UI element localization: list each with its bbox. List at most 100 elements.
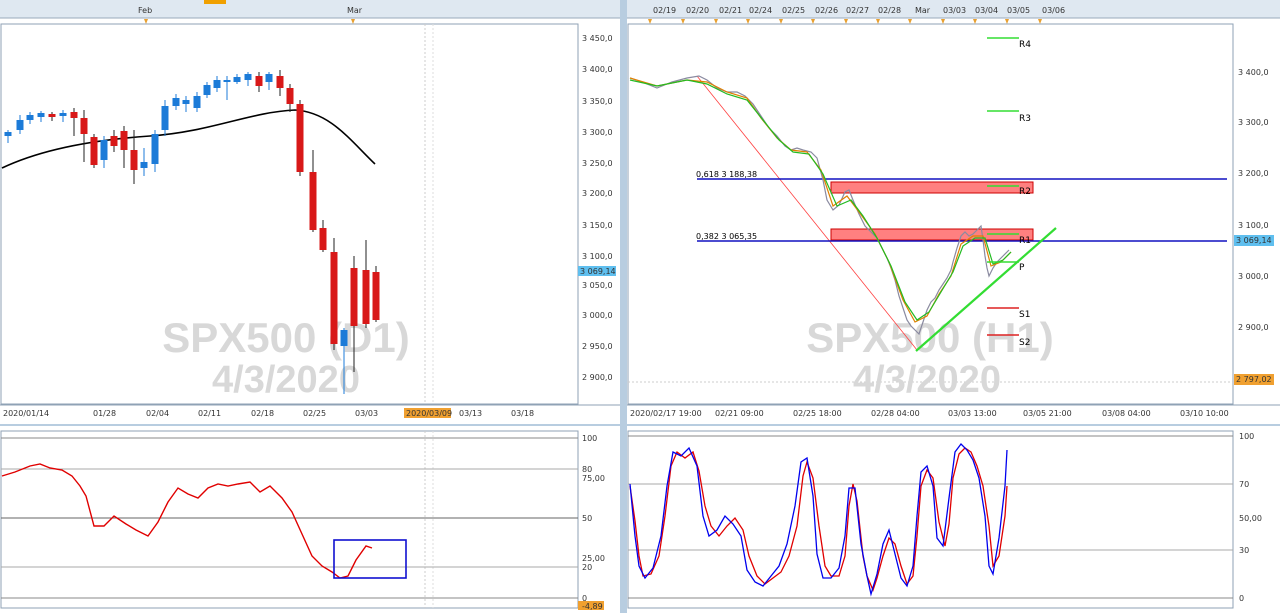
candle-body — [340, 330, 348, 346]
date-marker — [1005, 19, 1009, 24]
candle-body — [151, 134, 159, 164]
candle-body — [203, 85, 211, 95]
date-marker — [648, 19, 652, 24]
osc-tick: 70 — [1239, 480, 1249, 489]
candle-body — [286, 88, 294, 104]
osc-tick: 0 — [1239, 594, 1244, 603]
pivot-r4: R4 — [1019, 40, 1031, 50]
date-marker — [811, 19, 815, 24]
candle-body — [350, 268, 358, 326]
osc-tick: 30 — [1239, 546, 1249, 555]
candle-body — [90, 137, 98, 165]
left-price-panel[interactable]: Feb Mar SPX500 (D1) 4/3/2020 3 450,0 3 4… — [0, 0, 620, 424]
price-tick: 3 200,0 — [1238, 169, 1269, 178]
candle-body — [16, 120, 24, 130]
top-date: 02/28 — [878, 6, 901, 15]
price-tick: 3 100,0 — [582, 252, 613, 261]
date-tick: 03/18 — [511, 409, 534, 418]
current-price-label: 3 069,14 — [1236, 236, 1272, 245]
right-oscillator-panel[interactable]: 100 70 50,00 30 0 — [627, 426, 1280, 613]
osc-tick: 50,00 — [1239, 514, 1262, 523]
pivot-p: P — [1019, 263, 1025, 273]
date-tick: 03/10 10:00 — [1180, 409, 1229, 418]
osc-tick: 20 — [582, 563, 592, 572]
top-date: 02/21 — [719, 6, 742, 15]
pivot-r1: R1 — [1019, 236, 1031, 246]
price-tick: 3 050,0 — [582, 281, 613, 290]
date-marker — [681, 19, 685, 24]
date-axis: 2020/02/17 19:00 02/21 09:00 02/25 18:00… — [630, 409, 1229, 418]
top-date: 02/20 — [686, 6, 709, 15]
candle-body — [80, 118, 88, 134]
price-tick: 3 100,0 — [1238, 221, 1269, 230]
right-price-panel[interactable]: 02/19 02/20 02/21 02/24 02/25 02/26 02/2… — [627, 0, 1280, 424]
osc-current-value: -4,89 — [582, 602, 603, 611]
date-tick: 2020/01/14 — [3, 409, 49, 418]
date-tick: 02/28 04:00 — [871, 409, 920, 418]
candle-body — [362, 270, 370, 324]
candle-body — [372, 272, 380, 320]
candle-body — [70, 112, 78, 118]
date-marker — [973, 19, 977, 24]
price-tick: 2 900,0 — [582, 373, 613, 382]
candle-body — [265, 74, 273, 82]
month-label-mar: Mar — [347, 6, 363, 15]
date-tick: 02/25 — [303, 409, 326, 418]
price-axis: 3 450,0 3 400,0 3 350,0 3 300,0 3 250,0 … — [582, 34, 613, 382]
top-marker-row — [144, 19, 355, 24]
month-label-feb: Feb — [138, 6, 152, 15]
candle-body — [223, 80, 231, 82]
candle-body — [4, 132, 12, 136]
date-tick: 03/03 — [355, 409, 378, 418]
date-tick: 03/05 21:00 — [1023, 409, 1072, 418]
price-tick: 3 300,0 — [1238, 118, 1269, 127]
candle-body — [296, 104, 304, 172]
candle-body — [48, 114, 56, 117]
candle-body — [213, 80, 221, 88]
date-axis: 2020/01/14 01/28 02/04 02/11 02/18 02/25… — [3, 409, 534, 418]
date-marker — [746, 19, 750, 24]
date-tick: 03/13 — [459, 409, 482, 418]
date-marker — [908, 19, 912, 24]
candle-body — [120, 131, 128, 150]
pivot-s2: S2 — [1019, 338, 1030, 348]
date-tick: 02/11 — [198, 409, 221, 418]
watermark-date: 4/3/2020 — [853, 359, 1001, 401]
date-tick: 02/04 — [146, 409, 169, 418]
candle-body — [193, 96, 201, 108]
date-tick: 02/21 09:00 — [715, 409, 764, 418]
left-oscillator-chart: 100 80 75,00 50 25,00 20 0 -4,89 — [0, 430, 605, 611]
left-oscillator-panel[interactable]: 100 80 75,00 50 25,00 20 0 -4,89 — [0, 426, 620, 613]
osc-tick: 50 — [582, 514, 592, 523]
date-marker — [844, 19, 848, 24]
osc-tick: 80 — [582, 465, 592, 474]
date-marker — [779, 19, 783, 24]
right-price-chart: 02/19 02/20 02/21 02/24 02/25 02/26 02/2… — [627, 0, 1280, 418]
top-date: Mar — [915, 6, 931, 15]
top-marker-row — [648, 19, 1042, 24]
date-tick: 03/03 13:00 — [948, 409, 997, 418]
date-marker — [941, 19, 945, 24]
top-date: 03/05 — [1007, 6, 1030, 15]
top-date: 02/24 — [749, 6, 772, 15]
price-tick: 3 000,0 — [582, 311, 613, 320]
date-marker — [1038, 19, 1042, 24]
price-tick: 3 200,0 — [582, 189, 613, 198]
low-price-label: 2 797,02 — [1236, 375, 1272, 384]
osc-tick: 75,00 — [582, 474, 605, 483]
price-tick: 3 300,0 — [582, 128, 613, 137]
date-tick: 03/08 04:00 — [1102, 409, 1151, 418]
candle-body — [330, 252, 338, 344]
candle-body — [100, 140, 108, 160]
pivot-s1: S1 — [1019, 310, 1030, 320]
price-tick: 3 250,0 — [582, 159, 613, 168]
date-tick: 02/25 18:00 — [793, 409, 842, 418]
watermark-symbol: SPX500 (D1) — [162, 314, 409, 361]
top-date: 02/26 — [815, 6, 838, 15]
candle-body — [161, 106, 169, 130]
candle-body — [110, 136, 118, 146]
osc-tick: 25,00 — [582, 554, 605, 563]
price-tick: 3 350,0 — [582, 97, 613, 106]
price-tick: 3 400,0 — [582, 65, 613, 74]
date-tick: 02/18 — [251, 409, 274, 418]
